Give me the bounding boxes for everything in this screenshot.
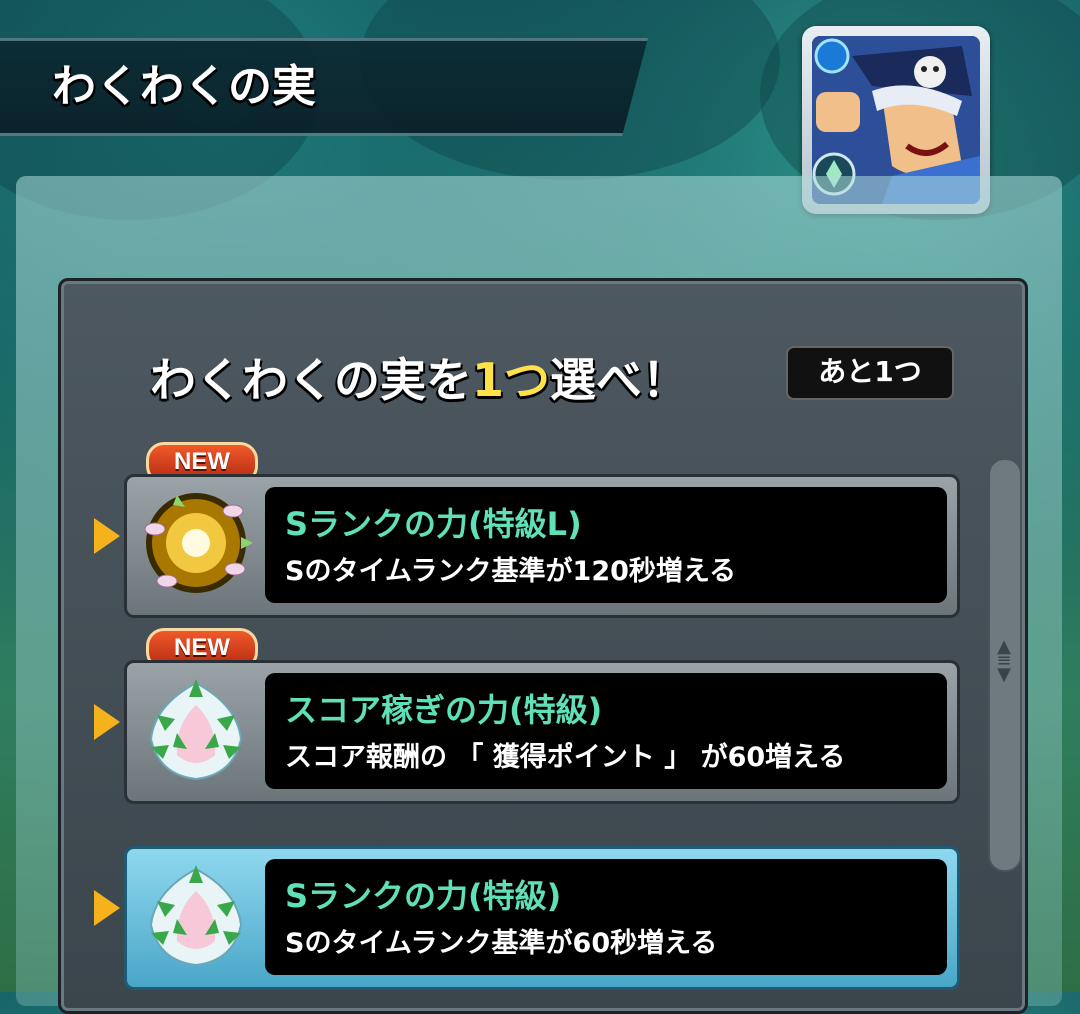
option-text-box: スコア稼ぎの力(特級) スコア報酬の 「 獲得ポイント 」 が60増える bbox=[265, 673, 947, 789]
fruit-option-row-selected[interactable]: Sランクの力(特級) Sのタイムランク基準が60秒増える bbox=[124, 846, 960, 990]
option-description: Sのタイムランク基準が60秒増える bbox=[285, 928, 718, 959]
option-name: スコア稼ぎの力(特級) bbox=[285, 691, 603, 729]
option-name: Sランクの力(特級L) bbox=[285, 505, 582, 543]
option-text-box: Sランクの力(特級L) Sのタイムランク基準が120秒増える bbox=[265, 487, 947, 603]
golden-burst-fruit-icon bbox=[137, 489, 255, 597]
lotus-fruit-icon bbox=[137, 861, 255, 969]
pointer-arrow-icon bbox=[94, 518, 120, 554]
pointer-arrow-icon bbox=[94, 704, 120, 740]
fruit-option-row[interactable]: Sランクの力(特級L) Sのタイムランク基準が120秒増える bbox=[124, 474, 960, 618]
remaining-count-badge: あと1つ bbox=[786, 346, 954, 400]
option-description: Sのタイムランク基準が120秒増える bbox=[285, 556, 737, 587]
option-name: Sランクの力(特級) bbox=[285, 877, 562, 915]
fruit-option-row[interactable]: スコア稼ぎの力(特級) スコア報酬の 「 獲得ポイント 」 が60増える bbox=[124, 660, 960, 804]
pointer-arrow-icon bbox=[94, 890, 120, 926]
selection-heading: わくわくの実を1つ選べ！ bbox=[150, 353, 689, 407]
lotus-fruit-icon bbox=[137, 675, 255, 783]
option-text-box: Sランクの力(特級) Sのタイムランク基準が60秒増える bbox=[265, 859, 947, 975]
option-description: スコア報酬の 「 獲得ポイント 」 が60増える bbox=[285, 742, 846, 773]
scroll-grip-icon[interactable]: ▲ ≡ ▼ bbox=[995, 638, 1013, 684]
page-title: わくわくの実 bbox=[52, 61, 316, 112]
